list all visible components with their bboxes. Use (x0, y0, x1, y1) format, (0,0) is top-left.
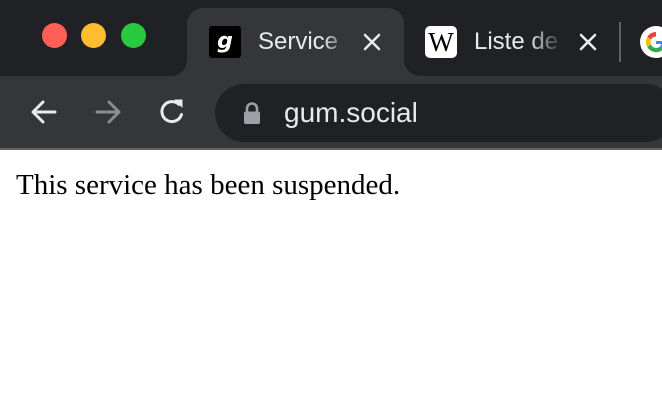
google-icon[interactable] (640, 26, 662, 58)
address-bar[interactable]: gum.social (215, 84, 662, 142)
url-text[interactable]: gum.social (284, 96, 418, 130)
arrow-right-icon[interactable] (91, 95, 125, 129)
window-maximize-button[interactable] (121, 23, 146, 48)
page-content: This service has been suspended. (0, 150, 662, 412)
window-close-button[interactable] (42, 23, 67, 48)
suspension-message: This service has been suspended. (16, 169, 401, 201)
arrow-left-icon[interactable] (27, 95, 61, 129)
tab-liste-de[interactable]: W Liste de (412, 8, 618, 76)
close-icon[interactable] (576, 30, 600, 54)
browser-toolbar: gum.social (0, 76, 662, 148)
reload-icon[interactable] (155, 95, 189, 129)
window-minimize-button[interactable] (81, 23, 106, 48)
tab-title: Liste de (474, 28, 559, 55)
tab-service[interactable]: g Service (187, 8, 404, 76)
gum-logo-icon: g (209, 26, 241, 58)
lock-icon[interactable] (241, 101, 263, 125)
close-icon[interactable] (360, 30, 384, 54)
tab-title: Service (258, 28, 339, 55)
browser-window: g Service W Liste de gum.social This ser… (0, 0, 662, 412)
wikipedia-icon: W (425, 26, 457, 58)
tab-strip: g Service W Liste de (0, 0, 662, 76)
tab-separator (619, 22, 621, 62)
